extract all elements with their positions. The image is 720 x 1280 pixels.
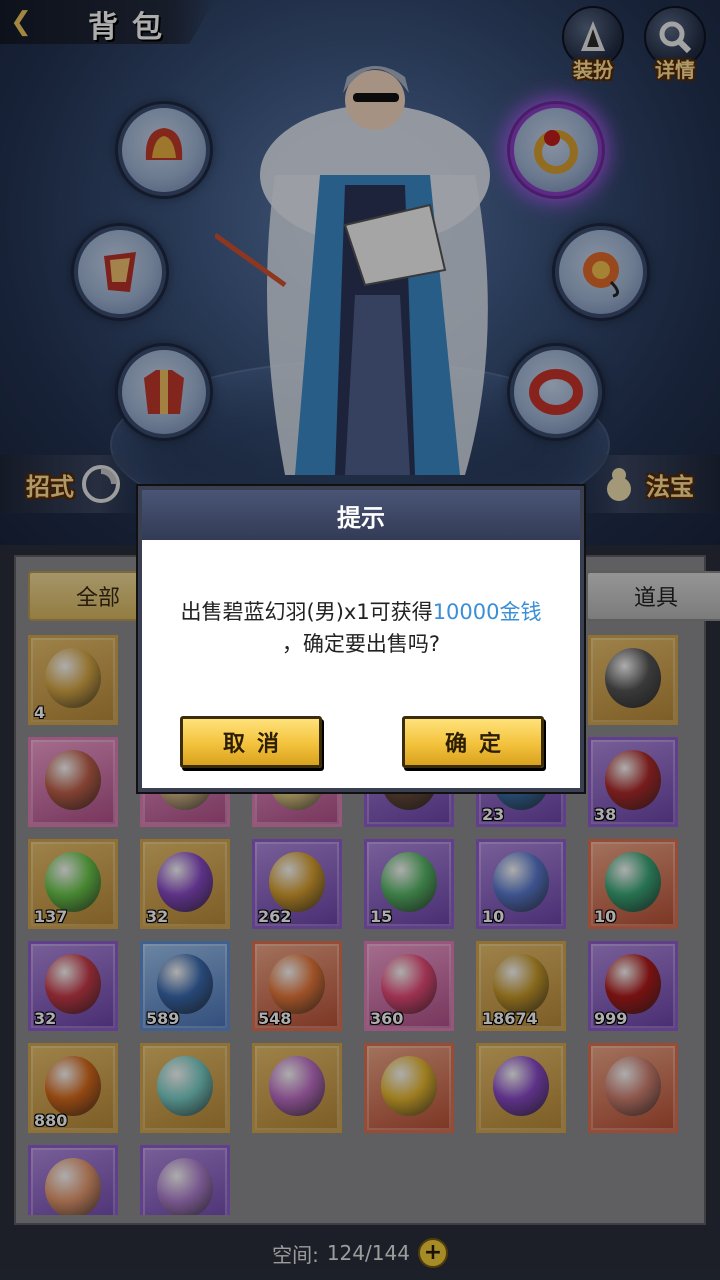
message-suffix: ，确定要出售吗? xyxy=(281,632,441,656)
sell-confirm-dialog: 提示 出售碧蓝幻羽(男)x1可获得10000金钱 ，确定要出售吗? 取消 确定 xyxy=(138,486,584,792)
app-root: ❮ 背包 装扮 详情 招式 法宝 全部 道具 4 23 38 137 32 26… xyxy=(0,0,720,1280)
dialog-title: 提示 xyxy=(337,503,385,532)
message-reward: 10000金钱 xyxy=(432,600,542,624)
dialog-header: 提示 xyxy=(142,490,580,540)
confirm-button[interactable]: 确定 xyxy=(402,716,544,768)
dialog-message: 出售碧蓝幻羽(男)x1可获得10000金钱 ，确定要出售吗? xyxy=(152,596,570,660)
message-prefix: 出售碧蓝幻羽(男)x1可获得 xyxy=(180,600,433,624)
cancel-button[interactable]: 取消 xyxy=(180,716,322,768)
